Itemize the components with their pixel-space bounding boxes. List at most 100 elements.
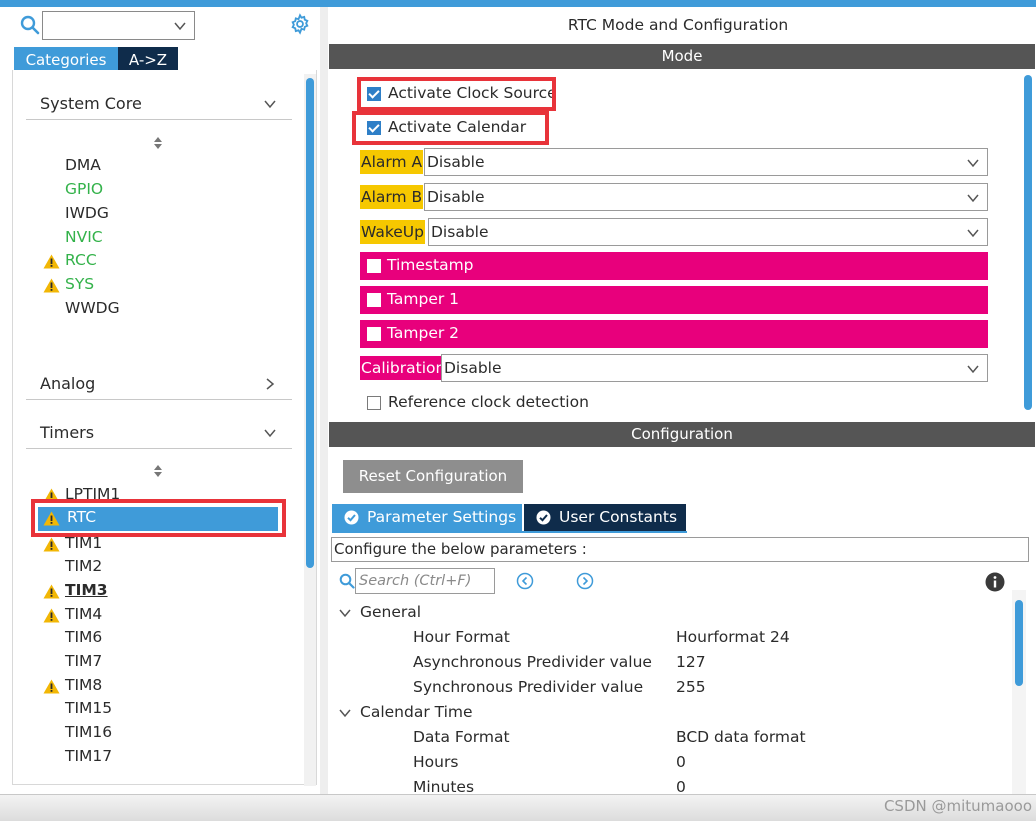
wakeup-select[interactable]: Disable (428, 218, 988, 246)
param-value[interactable]: Hourformat 24 (676, 628, 790, 646)
timestamp-checkbox[interactable] (367, 259, 381, 273)
right-panel: RTC Mode and Configuration Mode Activate… (328, 7, 1036, 794)
param-name: Minutes (413, 779, 475, 794)
tree-item-tim17[interactable]: TIM17 (65, 747, 112, 765)
tree-item-iwdg[interactable]: IWDG (65, 204, 109, 222)
reset-configuration-button[interactable]: Reset Configuration (343, 460, 523, 493)
tree-item-tim8[interactable]: TIM8 (65, 676, 102, 694)
parameter-search-input[interactable]: Search (Ctrl+F) (355, 568, 495, 594)
warning-icon (43, 537, 60, 552)
top-accent-strip (0, 0, 1036, 7)
tree-item-tim15[interactable]: TIM15 (65, 699, 112, 717)
param-value[interactable]: 0 (676, 779, 686, 794)
param-value[interactable]: 127 (676, 653, 706, 671)
tree-item-rcc[interactable]: RCC (65, 251, 97, 269)
alarm-a-value: Disable (427, 153, 485, 171)
group-system-core[interactable]: System Core (26, 90, 292, 120)
tree-item-wwdg[interactable]: WWDG (65, 299, 120, 317)
mode-scrollbar-thumb[interactable] (1024, 75, 1032, 410)
tab-parameter-settings-label: Parameter Settings (367, 508, 517, 526)
tree-item-dma[interactable]: DMA (65, 156, 101, 174)
clipped-row: Minutes 0 (328, 779, 1012, 794)
watermark: CSDN @mitumaooo (883, 797, 1032, 815)
param-group-general[interactable]: General (360, 603, 421, 621)
tamper1-row[interactable]: Tamper 1 (360, 286, 988, 314)
param-value[interactable]: 255 (676, 678, 706, 696)
panel-divider[interactable] (320, 7, 328, 794)
chevron-down-icon[interactable] (965, 155, 981, 171)
tab-user-constants[interactable]: User Constants (524, 504, 686, 531)
calibration-select[interactable]: Disable (441, 354, 988, 382)
tamper1-label: Tamper 1 (387, 290, 460, 308)
tree-item-tim3[interactable]: TIM3 (65, 581, 108, 599)
tree-item-tim2[interactable]: TIM2 (65, 557, 102, 575)
search-combo[interactable] (42, 11, 195, 40)
tab-parameter-settings[interactable]: Parameter Settings (332, 504, 522, 531)
group-system-core-label: System Core (40, 94, 142, 113)
tree-item-tim4[interactable]: TIM4 (65, 605, 102, 623)
chevron-down-icon[interactable] (965, 225, 981, 241)
mode-section-bar: Mode (329, 44, 1035, 69)
param-name: Synchronous Predivider value (413, 678, 644, 696)
check-circle-icon (536, 510, 551, 525)
tamper2-label: Tamper 2 (387, 324, 460, 342)
gear-icon[interactable] (289, 13, 311, 35)
page-title: RTC Mode and Configuration (567, 16, 789, 34)
left-scrollbar-thumb[interactable] (306, 78, 314, 568)
param-value[interactable]: 0 (676, 753, 686, 771)
chevron-down-icon[interactable] (262, 96, 278, 112)
previous-icon[interactable] (516, 572, 534, 590)
tamper2-row[interactable]: Tamper 2 (360, 320, 988, 348)
group-timers-label: Timers (40, 423, 95, 442)
group-analog[interactable]: Analog (26, 370, 292, 400)
chevron-down-icon[interactable] (172, 18, 188, 34)
warning-icon (43, 679, 60, 694)
alarm-b-select[interactable]: Disable (424, 183, 988, 211)
sort-icon[interactable] (152, 136, 164, 150)
warning-icon (43, 254, 60, 269)
search-icon (339, 573, 355, 589)
alarm-a-select[interactable]: Disable (424, 148, 988, 176)
param-name: Asynchronous Predivider value (413, 653, 652, 671)
tree-item-gpio[interactable]: GPIO (65, 180, 103, 198)
config-tab-underline (332, 531, 687, 533)
tree-item-tim7[interactable]: TIM7 (65, 652, 102, 670)
tree-item-tim6[interactable]: TIM6 (65, 628, 102, 646)
reference-clock-checkbox[interactable] (367, 396, 381, 410)
tree-item-sys[interactable]: SYS (65, 275, 94, 293)
config-scrollbar-thumb[interactable] (1015, 600, 1023, 686)
check-circle-icon (344, 510, 359, 525)
tree-item-tim16[interactable]: TIM16 (65, 723, 112, 741)
annotation-box-calendar (352, 111, 549, 145)
warning-icon (43, 608, 60, 623)
group-timers[interactable]: Timers (26, 419, 292, 449)
chevron-down-icon[interactable] (338, 606, 352, 620)
param-name: Hour Format (413, 628, 510, 646)
chevron-down-icon[interactable] (965, 361, 981, 377)
next-icon[interactable] (576, 572, 594, 590)
param-name: Hours (413, 753, 459, 771)
param-value[interactable]: BCD data format (676, 728, 806, 746)
chevron-right-icon[interactable] (262, 376, 278, 392)
search-icon[interactable] (20, 15, 40, 35)
chevron-down-icon[interactable] (965, 190, 981, 206)
alarm-a-label: Alarm A (360, 150, 424, 174)
timestamp-label: Timestamp (387, 256, 474, 274)
tree-item-nvic[interactable]: NVIC (65, 228, 103, 246)
alarm-b-label: Alarm B (360, 185, 424, 209)
param-group-calendar-time[interactable]: Calendar Time (360, 703, 473, 721)
alarm-b-value: Disable (427, 188, 485, 206)
chevron-down-icon[interactable] (262, 425, 278, 441)
warning-icon (43, 278, 60, 293)
tamper2-checkbox[interactable] (367, 327, 381, 341)
bottom-bar: CSDN @mitumaooo (0, 794, 1036, 821)
sort-icon[interactable] (152, 464, 164, 478)
annotation-box-clock-source (357, 77, 556, 111)
info-icon[interactable] (985, 572, 1005, 592)
tamper1-checkbox[interactable] (367, 293, 381, 307)
configuration-section-bar: Configuration (329, 422, 1035, 447)
group-analog-label: Analog (40, 374, 96, 393)
chevron-down-icon[interactable] (338, 706, 352, 720)
timestamp-row[interactable]: Timestamp (360, 252, 988, 280)
tree-item-tim1[interactable]: TIM1 (65, 534, 102, 552)
